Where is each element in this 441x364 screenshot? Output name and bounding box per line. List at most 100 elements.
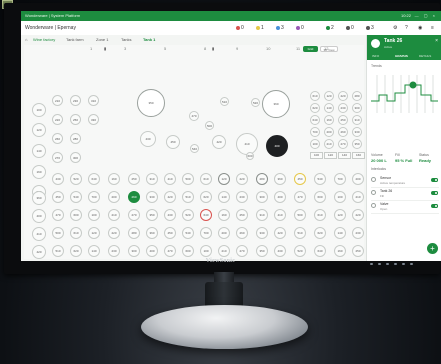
tank-square[interactable]: 100: [310, 152, 323, 159]
tank[interactable]: 210: [352, 191, 364, 203]
tank[interactable]: 510: [52, 245, 64, 257]
tank[interactable]: 620: [200, 191, 212, 203]
tank[interactable]: 330: [88, 114, 99, 125]
tank[interactable]: 200: [352, 173, 364, 185]
tank[interactable]: 140: [334, 227, 346, 239]
tab-graphs[interactable]: GRAPHS: [395, 53, 408, 60]
window-controls[interactable]: — ▢ ×: [415, 11, 437, 21]
tank[interactable]: 270: [338, 139, 348, 149]
list-icon[interactable]: 3: [366, 21, 374, 35]
tank[interactable]: 100: [88, 209, 100, 221]
tank[interactable]: 350: [137, 89, 165, 117]
tank[interactable]: 410: [164, 173, 176, 185]
tank[interactable]: 350: [146, 209, 158, 221]
tank[interactable]: 470: [164, 245, 176, 257]
tank[interactable]: 200: [218, 227, 230, 239]
tank[interactable]: 500: [52, 227, 64, 239]
tank[interactable]: 120: [88, 227, 100, 239]
alarm-diamond-icon[interactable]: 0: [236, 21, 244, 35]
tank[interactable]: 700: [200, 227, 212, 239]
tank[interactable]: 220: [52, 114, 63, 125]
tank[interactable]: 640: [200, 209, 212, 221]
tank[interactable]: 250: [338, 115, 348, 125]
tank[interactable]: 250: [70, 114, 81, 125]
tank[interactable]: 400: [274, 191, 286, 203]
tank[interactable]: 310: [88, 95, 99, 106]
tank[interactable]: 350: [352, 139, 362, 149]
tank[interactable]: 620: [70, 245, 82, 257]
tank[interactable]: 450: [166, 135, 180, 149]
user-avatar-icon[interactable]: ◉: [418, 21, 422, 35]
tank[interactable]: 610: [314, 209, 326, 221]
tank[interactable]: 600: [314, 191, 326, 203]
tank[interactable]: 200: [324, 127, 334, 137]
location-pin-icon[interactable]: 2: [326, 21, 334, 35]
tank[interactable]: 510: [182, 191, 194, 203]
tank[interactable]: 510: [294, 227, 306, 239]
tank-square[interactable]: 160: [352, 152, 365, 159]
tank[interactable]: 450: [294, 173, 306, 185]
tank[interactable]: 230: [352, 227, 364, 239]
tank[interactable]: 270: [128, 209, 140, 221]
tank[interactable]: 310: [352, 115, 362, 125]
interlock-toggle[interactable]: [431, 191, 438, 195]
tank[interactable]: 300: [70, 152, 81, 163]
tank[interactable]: 160: [32, 165, 46, 179]
tank[interactable]: 500: [182, 173, 194, 185]
interlock-row[interactable]: Tank 26 Fill: [371, 188, 439, 201]
tank[interactable]: 420: [164, 191, 176, 203]
tank[interactable]: 540: [190, 144, 199, 153]
tank[interactable]: 540: [70, 191, 82, 203]
tank[interactable]: 220: [338, 91, 348, 101]
grid-view-toggle[interactable]: Grid: [303, 46, 318, 52]
breadcrumb-item[interactable]: Tank farm: [66, 35, 84, 45]
warning-icon[interactable]: 1: [256, 21, 264, 35]
add-button[interactable]: +: [427, 243, 438, 254]
tank[interactable]: 260: [52, 133, 63, 144]
tank[interactable]: 310: [256, 209, 268, 221]
tank[interactable]: 140: [32, 144, 46, 158]
breadcrumb-item[interactable]: Zone 1: [96, 35, 108, 45]
tank[interactable]: 310: [146, 173, 158, 185]
tab-info[interactable]: INFO: [372, 53, 379, 60]
tank[interactable]: 140: [88, 245, 100, 257]
interlock-toggle[interactable]: [431, 204, 438, 208]
tank[interactable]: 160: [108, 173, 120, 185]
tank[interactable]: 230: [70, 95, 81, 106]
tank[interactable]: 250: [352, 245, 364, 257]
tank[interactable]: 120: [324, 91, 334, 101]
tank[interactable]: 200: [108, 191, 120, 203]
tank[interactable]: 450: [52, 191, 64, 203]
tank[interactable]: 430: [164, 209, 176, 221]
tank[interactable]: 620: [314, 227, 326, 239]
tank[interactable]: 220: [236, 173, 248, 185]
home-icon[interactable]: ⌂: [25, 35, 27, 45]
tank[interactable]: 100: [32, 103, 46, 117]
tank[interactable]: 230: [338, 103, 348, 113]
tank[interactable]: 610: [200, 173, 212, 185]
tank[interactable]: 140: [324, 103, 334, 113]
tank[interactable]: 510: [220, 97, 229, 106]
tank[interactable]: 220: [108, 227, 120, 239]
settings-icon[interactable]: ⚙: [393, 21, 397, 35]
tank[interactable]: 350: [256, 245, 268, 257]
tank[interactable]: 270: [52, 152, 63, 163]
tank[interactable]: 520: [182, 209, 194, 221]
tank[interactable]: 250: [128, 173, 140, 185]
tank[interactable]: 610: [310, 91, 320, 101]
tank[interactable]: 400: [32, 209, 46, 223]
tank[interactable]: 160: [218, 209, 230, 221]
tank[interactable]: 500: [294, 209, 306, 221]
tank[interactable]: 640: [310, 115, 320, 125]
tank[interactable]: 280: [256, 173, 268, 185]
tank[interactable]: 140: [218, 191, 230, 203]
tank[interactable]: 400: [146, 245, 158, 257]
tank[interactable]: 700: [310, 127, 320, 137]
tank[interactable]: 100: [310, 139, 320, 149]
tank[interactable]: 280: [352, 91, 362, 101]
tank[interactable]: 610: [70, 227, 82, 239]
tank[interactable]: 540: [182, 227, 194, 239]
tank[interactable]: 600: [182, 245, 194, 257]
tank[interactable]: 300: [256, 191, 268, 203]
tank[interactable]: 470: [294, 191, 306, 203]
